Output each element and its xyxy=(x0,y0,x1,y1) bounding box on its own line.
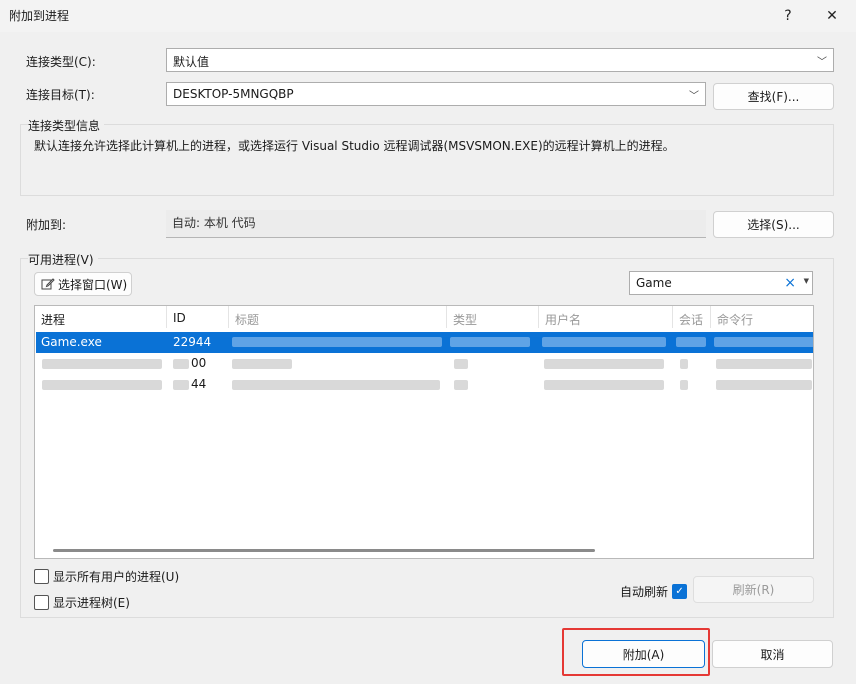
select-window-button[interactable]: 选择窗口(W) xyxy=(34,272,132,296)
auto-refresh-label: 自动刷新 xyxy=(620,585,669,599)
pencil-icon xyxy=(41,278,55,290)
column-header-id[interactable]: ID xyxy=(167,306,229,328)
chevron-down-icon: ﹀ xyxy=(689,91,699,102)
scrollbar-thumb[interactable] xyxy=(53,549,595,552)
show-all-users-label: 显示所有用户的进程(U) xyxy=(53,570,180,584)
help-button[interactable]: ? xyxy=(766,0,810,32)
connection-info-title: 连接类型信息 xyxy=(28,117,105,134)
process-list[interactable]: 进程 ^ ID 标题 类型 用户名 会话 命令行 Game.exe 22944 … xyxy=(34,305,814,559)
redacted-session xyxy=(680,380,688,390)
process-row[interactable]: 00 xyxy=(36,353,813,374)
connection-target-combobox[interactable]: DESKTOP-5MNGQBP ﹀ xyxy=(166,82,706,106)
horizontal-scrollbar[interactable] xyxy=(35,542,813,558)
close-button[interactable]: ✕ xyxy=(810,0,854,32)
filter-dropdown-icon[interactable]: ▼ xyxy=(804,277,809,285)
redacted-id-prefix xyxy=(173,380,189,390)
show-all-users-checkbox[interactable] xyxy=(34,569,49,584)
auto-refresh-checkbox[interactable]: ✓ xyxy=(672,584,688,599)
column-header-row: 进程 ^ ID 标题 类型 用户名 会话 命令行 xyxy=(35,305,813,330)
redacted-title xyxy=(232,380,440,390)
redacted-session xyxy=(680,359,688,369)
column-header-username[interactable]: 用户名 xyxy=(539,306,673,328)
column-header-type[interactable]: 类型 xyxy=(447,306,539,328)
connection-target-value: DESKTOP-5MNGQBP xyxy=(173,87,294,101)
connection-type-dropdown[interactable]: 默认值 ﹀ xyxy=(166,48,834,72)
redacted-type xyxy=(450,337,530,347)
redacted-process-name xyxy=(42,380,162,390)
redacted-command-line xyxy=(714,337,813,347)
column-header-title[interactable]: 标题 xyxy=(229,306,447,328)
attach-to-value: 自动: 本机 代码 xyxy=(166,210,706,238)
column-header-command-line[interactable]: 命令行 xyxy=(711,306,813,328)
process-filter-input[interactable]: Game × ▼ xyxy=(629,271,813,295)
redacted-username xyxy=(542,337,666,347)
connection-type-label: 连接类型(C): xyxy=(26,55,96,69)
process-filter-value: Game xyxy=(636,276,672,290)
redacted-session xyxy=(676,337,706,347)
select-code-type-button[interactable]: 选择(S)... xyxy=(713,211,834,238)
redacted-type xyxy=(454,380,468,390)
chevron-down-icon: ﹀ xyxy=(817,57,827,68)
cancel-button[interactable]: 取消 xyxy=(712,640,833,668)
process-id: 00 xyxy=(191,356,207,370)
attach-to-label: 附加到: xyxy=(26,218,67,232)
connection-info-group xyxy=(20,124,834,196)
process-row[interactable]: 44 xyxy=(36,374,813,395)
process-name: Game.exe xyxy=(41,335,102,349)
clear-filter-icon[interactable]: × xyxy=(784,275,796,291)
connection-type-value: 默认值 xyxy=(173,55,210,69)
redacted-username xyxy=(544,359,664,369)
connection-target-label: 连接目标(T): xyxy=(26,88,95,102)
show-tree-option[interactable]: 显示进程树(E) xyxy=(34,594,130,611)
process-id: 44 xyxy=(191,377,207,391)
redacted-command-line xyxy=(716,380,812,390)
sort-ascending-icon: ^ xyxy=(97,305,105,313)
redacted-process-name xyxy=(42,359,162,369)
redacted-title xyxy=(232,337,442,347)
process-row[interactable]: Game.exe 22944 xyxy=(36,332,813,353)
title-bar: 附加到进程 ? ✕ xyxy=(0,0,856,32)
redacted-type xyxy=(454,359,468,369)
refresh-button[interactable]: 刷新(R) xyxy=(693,576,814,603)
auto-refresh-option[interactable]: 自动刷新 ✓ xyxy=(620,583,688,600)
close-icon: ✕ xyxy=(826,8,838,24)
redacted-command-line xyxy=(716,359,812,369)
select-window-label: 选择窗口(W) xyxy=(58,277,128,292)
available-processes-title: 可用进程(V) xyxy=(28,251,98,268)
show-tree-checkbox[interactable] xyxy=(34,595,49,610)
redacted-title xyxy=(232,359,292,369)
show-tree-label: 显示进程树(E) xyxy=(53,596,130,610)
process-id: 22944 xyxy=(173,335,212,349)
redacted-id-prefix xyxy=(173,359,189,369)
connection-info-text: 默认连接允许选择此计算机上的进程，或选择运行 Visual Studio 远程调… xyxy=(34,139,675,153)
column-header-session[interactable]: 会话 xyxy=(673,306,711,328)
attach-button[interactable]: 附加(A) xyxy=(582,640,705,668)
redacted-username xyxy=(544,380,664,390)
show-all-users-option[interactable]: 显示所有用户的进程(U) xyxy=(34,568,179,585)
checkmark-icon: ✓ xyxy=(675,586,684,597)
window-title: 附加到进程 xyxy=(9,9,70,23)
find-button[interactable]: 查找(F)... xyxy=(713,83,834,110)
